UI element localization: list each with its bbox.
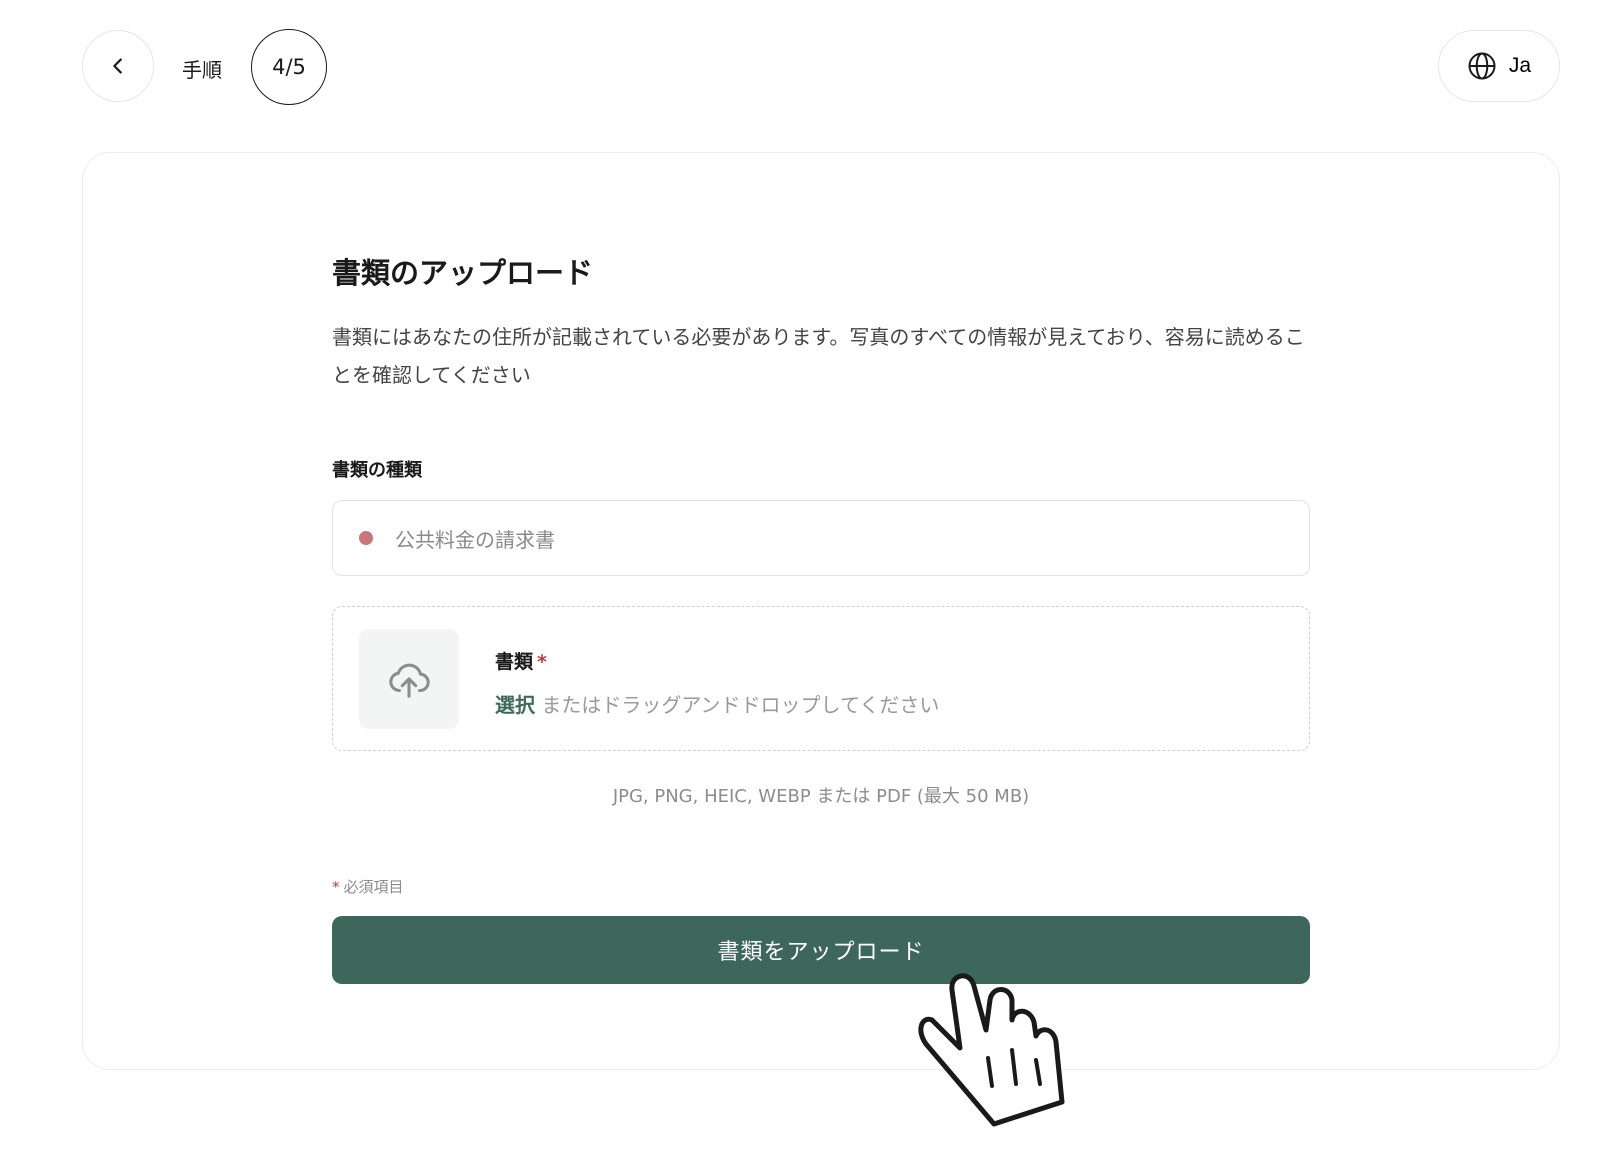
select-file-link[interactable]: 選択 — [495, 693, 535, 717]
required-note: * 必須項目 — [332, 878, 404, 896]
dropzone-hint-text: またはドラッグアンドドロップしてください — [541, 693, 940, 717]
file-dropzone[interactable]: 書類 * 選択 またはドラッグアンドドロップしてください — [332, 606, 1310, 751]
upload-tile[interactable] — [359, 629, 459, 729]
back-button[interactable] — [82, 30, 154, 102]
page-description: 書類にはあなたの住所が記載されている必要があります。写真のすべての情報が見えてお… — [332, 325, 1305, 387]
page-title: 書類のアップロード — [332, 256, 594, 290]
globe-icon — [1468, 52, 1496, 80]
hand-pointer-icon — [918, 973, 1065, 1127]
upload-document-button[interactable]: 書類をアップロード — [332, 916, 1310, 984]
step-label: 手順 — [182, 58, 222, 82]
language-code: Ja — [1508, 54, 1532, 77]
document-type-label: 書類の種類 — [332, 460, 422, 481]
cloud-upload-icon — [389, 663, 430, 698]
document-type-select[interactable]: 公共料金の請求書 — [332, 500, 1310, 576]
accepted-formats: JPG, PNG, HEIC, WEBP または PDF (最大 50 MB) — [612, 786, 1030, 807]
language-selector[interactable]: Ja — [1438, 30, 1560, 102]
required-marker: * — [332, 878, 340, 896]
document-type-value: 公共料金の請求書 — [395, 527, 555, 552]
chevron-left-icon — [113, 58, 122, 74]
dropzone-label: 書類 * — [495, 651, 547, 673]
dropzone-hint: 選択 またはドラッグアンドドロップしてください — [495, 689, 939, 718]
step-counter: 4/5 — [251, 29, 327, 105]
status-dot — [359, 531, 373, 545]
required-marker: * — [537, 651, 547, 673]
